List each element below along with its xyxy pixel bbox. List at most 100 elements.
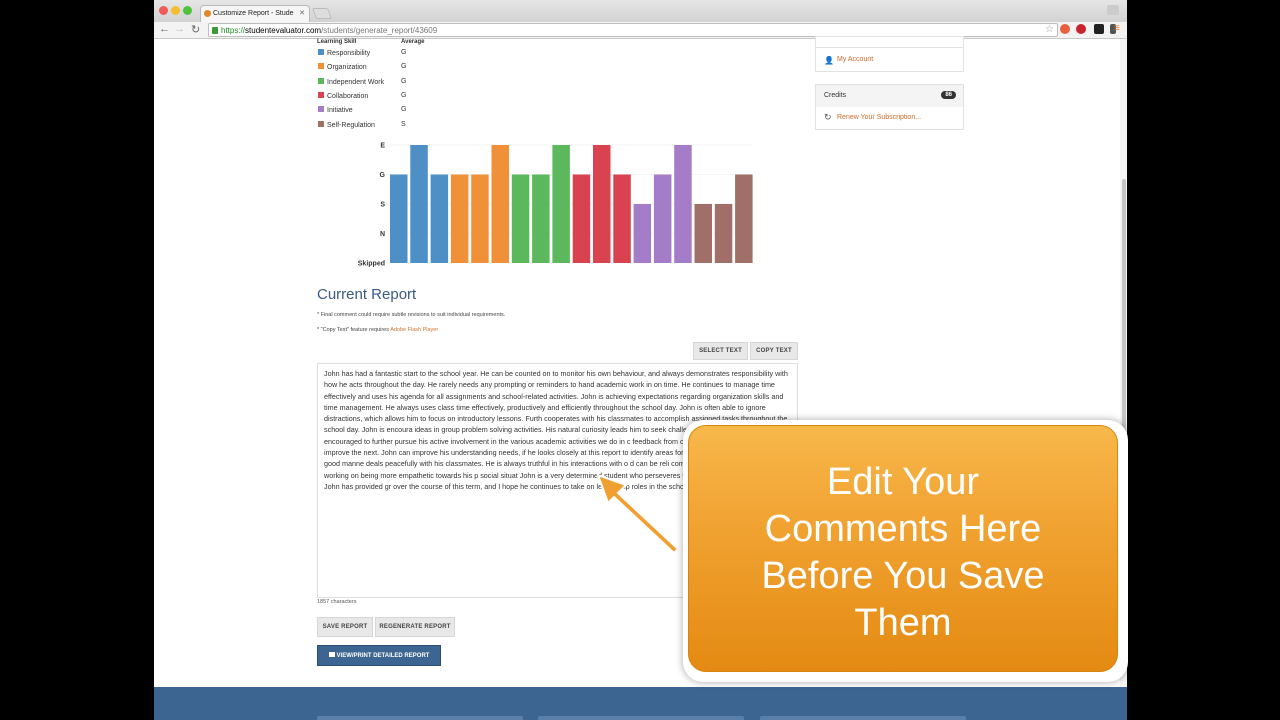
footer-column [538, 716, 744, 720]
flash-player-link[interactable]: Adobe Flash Player [390, 327, 438, 333]
flash-note-text: * "Copy Text" feature requires [317, 327, 391, 333]
select-text-button[interactable]: SELECT TEXT [693, 342, 748, 360]
reload-icon[interactable]: ↻ [191, 23, 200, 36]
menu-icon[interactable]: ≡ [1114, 23, 1120, 34]
skill-average: G [401, 91, 407, 99]
address-bar[interactable]: https://studentevaluator.com/students/ge… [208, 23, 1058, 37]
renew-panel: ↻ Renew Your Subscription... [815, 107, 964, 130]
view-print-label: VIEW/PRINT DETAILED REPORT [336, 653, 430, 659]
skill-row: Independent Work G [318, 77, 406, 88]
chart-bar [532, 174, 550, 263]
refresh-icon: ↻ [824, 112, 832, 122]
lock-icon [212, 27, 218, 34]
divider [816, 47, 963, 48]
skill-row: Initiative G [318, 106, 406, 116]
callout-line-4: Them [854, 602, 952, 644]
skill-average: G [401, 106, 407, 114]
skill-row: Collaboration G [318, 91, 406, 102]
copy-text-button[interactable]: COPY TEXT [750, 342, 798, 360]
y-tick-label: E [380, 143, 385, 150]
y-tick-label: N [380, 231, 385, 238]
url-scheme: https:// [221, 26, 246, 35]
footer [154, 687, 1127, 720]
chart-bar [572, 174, 591, 263]
skill-name: Self-Regulation [327, 121, 375, 129]
bookmark-star-icon[interactable]: ☆ [1045, 24, 1054, 35]
y-tick-label: G [380, 172, 386, 179]
url-domain: studentevaluator.com [245, 26, 322, 35]
chart-bar [633, 204, 652, 263]
y-tick-label: S [380, 202, 385, 209]
skill-color-swatch [318, 63, 324, 70]
maximize-window-icon[interactable] [183, 6, 192, 15]
browser-tab[interactable]: Customize Report - Stude ✕ [200, 5, 310, 22]
favicon-icon [204, 10, 211, 17]
account-panel: 👤 My Account [815, 36, 964, 72]
my-account-link[interactable]: My Account [837, 56, 873, 63]
chart-bar [552, 145, 570, 263]
skill-color-swatch [318, 91, 324, 98]
skill-average: G [401, 63, 407, 71]
footer-column [760, 716, 966, 720]
chart-bar [390, 174, 408, 263]
flash-note: * "Copy Text" feature requires Adobe Fla… [317, 327, 438, 333]
extension-icon-2[interactable] [1094, 24, 1104, 34]
skill-color-swatch [318, 120, 324, 127]
skill-name: Organization [327, 64, 367, 72]
tab-title: Customize Report - Stude [213, 10, 294, 17]
skill-average: S [401, 120, 406, 128]
chart-bar [694, 204, 712, 263]
footer-column [317, 716, 523, 720]
tab-bar: Customize Report - Stude ✕ [154, 0, 1127, 22]
skill-name: Responsibility [327, 50, 371, 57]
url-path: /students/generate_report/43609 [321, 26, 438, 35]
chart-bar [674, 145, 692, 263]
page-title: Current Report [317, 286, 417, 303]
skills-bar-chart: Skipped N S G E [358, 143, 753, 268]
close-tab-icon[interactable]: ✕ [299, 9, 305, 17]
skill-color-swatch [318, 106, 324, 113]
skill-header: Learning Skill [317, 39, 357, 45]
pinterest-icon[interactable] [1076, 24, 1086, 34]
skill-name: Collaboration [327, 92, 369, 100]
chart-bar [471, 174, 489, 263]
chart-bar [735, 174, 753, 263]
chart-bar [593, 145, 611, 263]
revision-note: * Final comment could require subtle rev… [317, 312, 506, 318]
chart-bar [714, 204, 733, 263]
save-report-button[interactable]: SAVE REPORT [317, 617, 373, 637]
chart-bar [491, 145, 509, 263]
skill-color-swatch [318, 49, 324, 55]
user-icon: 👤 [824, 56, 834, 65]
callout-line-2: Comments Here [764, 508, 1042, 550]
credits-label: Credits [824, 92, 847, 99]
minimize-window-icon[interactable] [171, 6, 180, 15]
navigation-bar: ← → ↻ https://studentevaluator.com/stude… [154, 22, 1127, 39]
callout-line-1: Edit Your [826, 461, 980, 503]
skill-row: Organization G [318, 63, 406, 73]
view-print-report-button[interactable]: VIEW/PRINT DETAILED REPORT [317, 645, 441, 666]
skill-color-swatch [318, 77, 324, 84]
new-tab-button[interactable] [311, 8, 333, 19]
character-count: 1857 characters [317, 599, 357, 605]
chart-bar [450, 174, 469, 263]
chart-bar [430, 174, 449, 263]
chart-bar [410, 145, 428, 263]
forward-icon[interactable]: → [174, 23, 185, 35]
chart-bar [653, 174, 672, 263]
y-tick-label: Skipped [358, 261, 385, 268]
regenerate-report-button[interactable]: REGENERATE REPORT [375, 617, 455, 637]
extension-icon[interactable] [1060, 24, 1070, 34]
skill-name: Initiative [327, 107, 353, 115]
chart-bar [613, 174, 631, 263]
person-icon[interactable] [1107, 5, 1119, 15]
skill-name: Independent Work [327, 78, 385, 86]
credits-header: Credits 86 [815, 84, 964, 108]
renew-subscription-link[interactable]: Renew Your Subscription... [837, 114, 921, 121]
callout-line-3: Before You Save [761, 555, 1045, 597]
skill-average: G [401, 49, 407, 56]
back-icon[interactable]: ← [159, 23, 170, 35]
callout-box: Edit Your Comments Here Before You Save … [688, 425, 1118, 672]
close-window-icon[interactable] [159, 6, 168, 15]
credits-badge: 86 [941, 91, 956, 99]
